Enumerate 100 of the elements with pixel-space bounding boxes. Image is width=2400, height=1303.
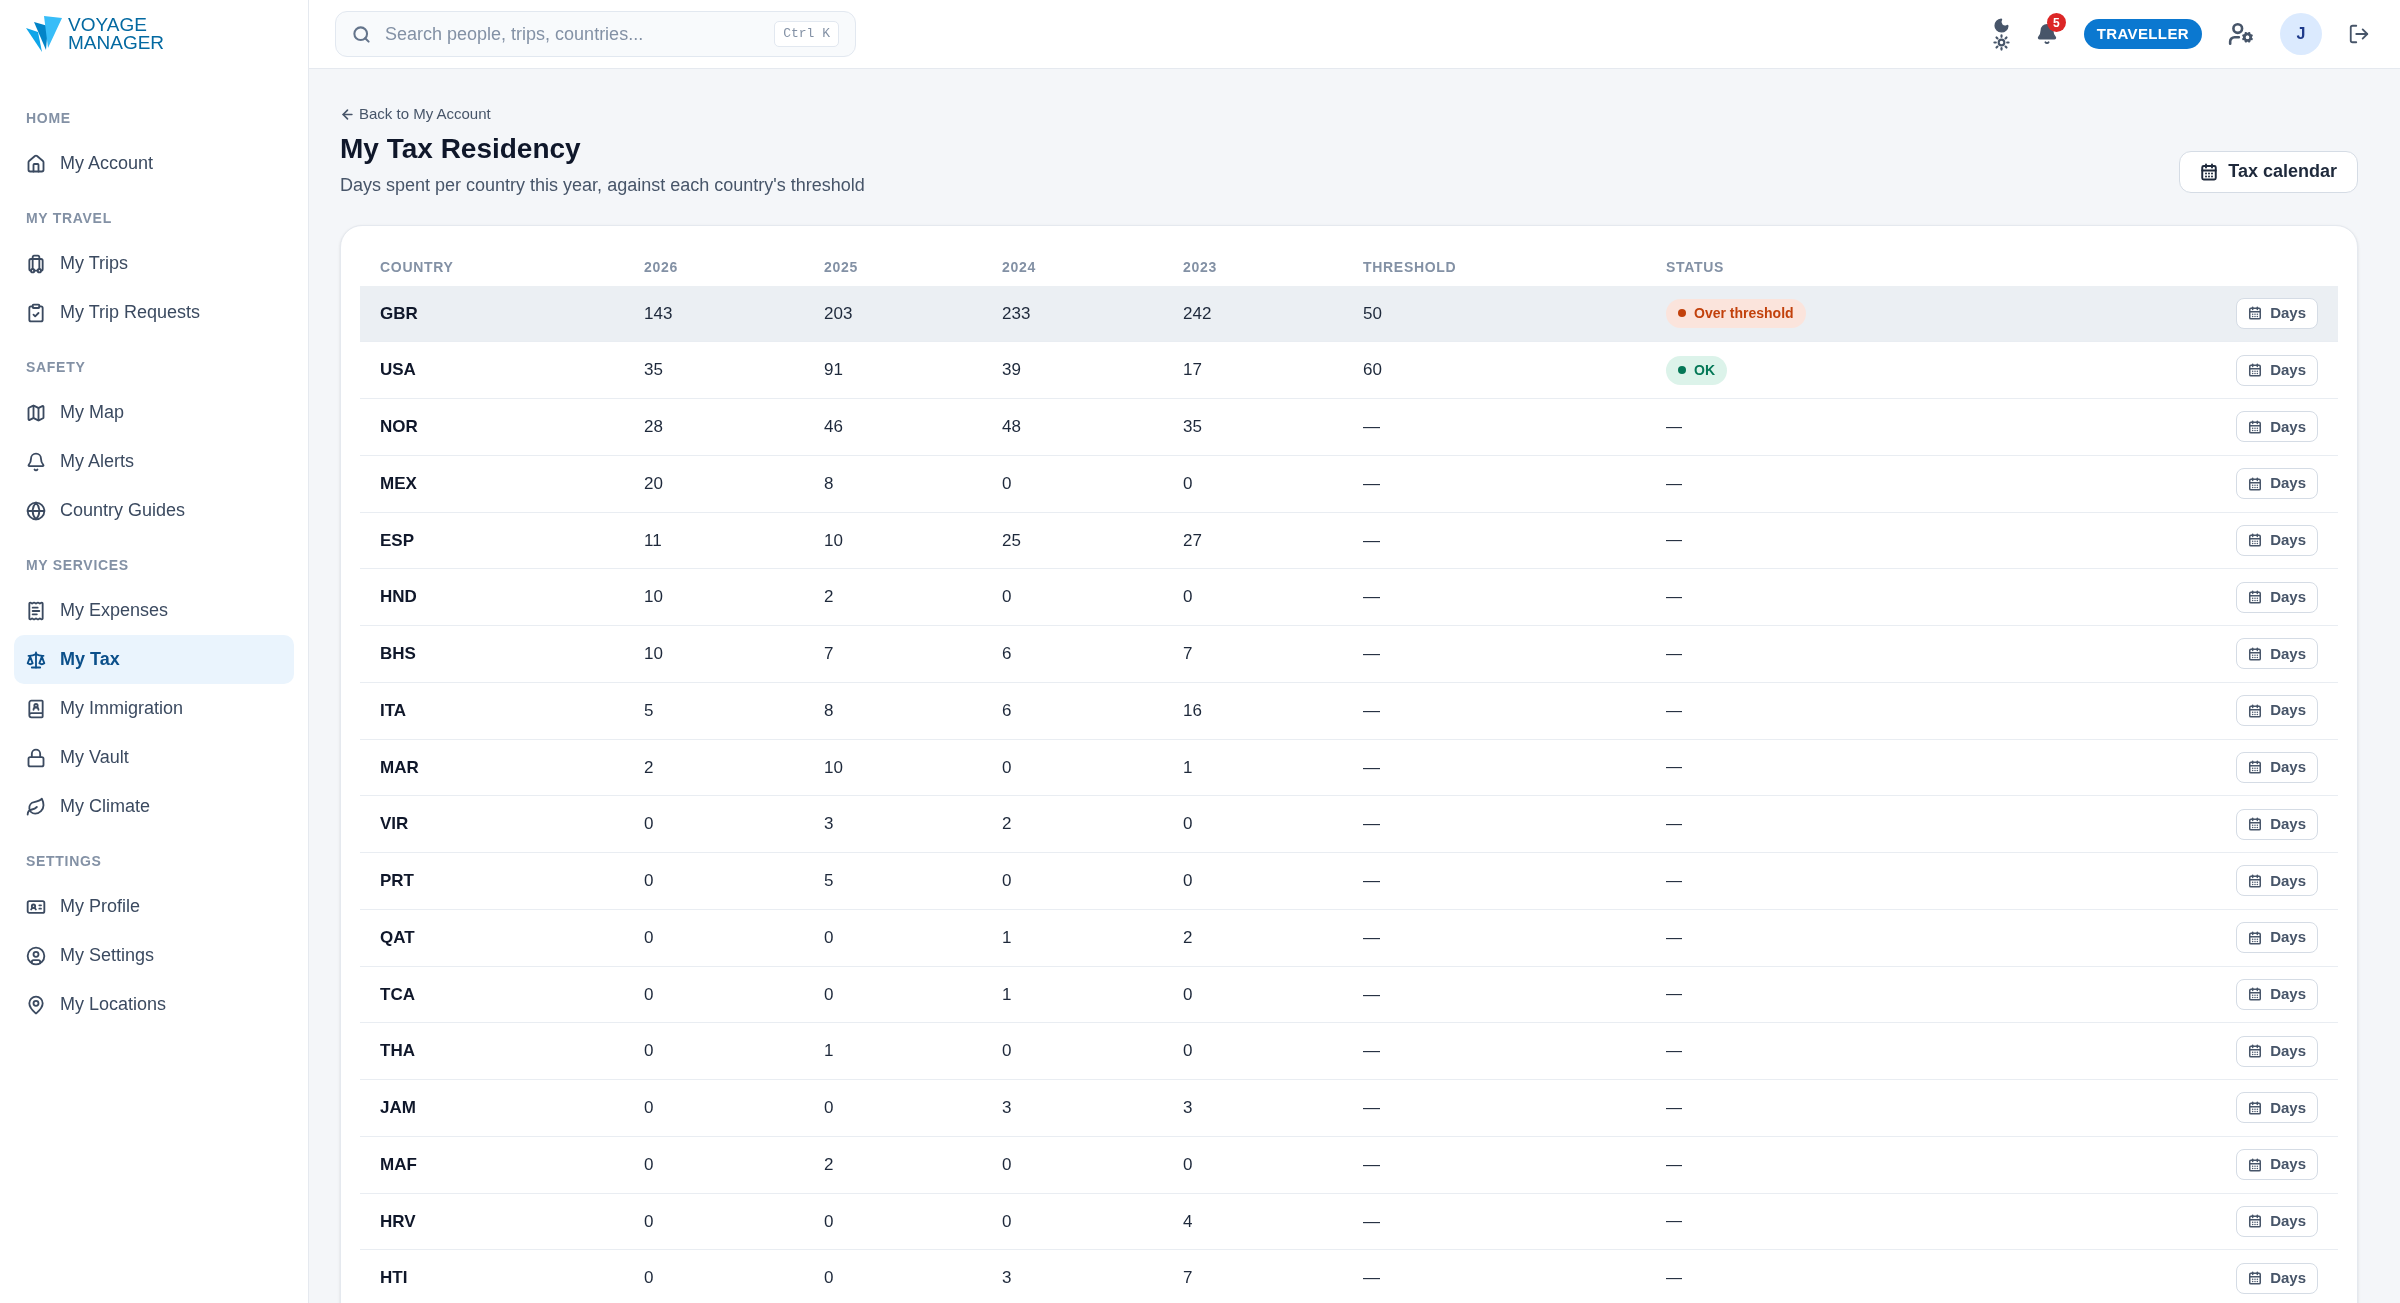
sidebar-item[interactable]: My Trip Requests	[14, 288, 294, 337]
table-cell: ESP	[380, 530, 415, 550]
table-cell: 7	[1183, 644, 1193, 664]
status-text: —	[1666, 1268, 1682, 1289]
status-text: —	[1666, 984, 1682, 1005]
days-button[interactable]: Days	[2236, 922, 2318, 954]
calendar-icon	[2248, 760, 2263, 775]
days-button[interactable]: Days	[2236, 695, 2318, 727]
days-button[interactable]: Days	[2236, 468, 2318, 500]
status-text: —	[1666, 1097, 1682, 1118]
table-cell: 0	[644, 1098, 654, 1118]
table-cell: —	[1363, 417, 1380, 437]
back-link[interactable]: Back to My Account	[340, 103, 865, 126]
table-cell: 5	[824, 871, 834, 891]
calendar-icon	[2248, 1044, 2263, 1059]
table-cell: 0	[1183, 473, 1193, 493]
days-button[interactable]: Days	[2236, 524, 2318, 556]
table-cell: —	[1363, 757, 1380, 777]
table-cell: 0	[1183, 814, 1193, 834]
table-cell: THA	[380, 1041, 415, 1061]
clipboard-icon	[26, 302, 46, 323]
logout-icon[interactable]	[2348, 23, 2370, 45]
calendar-icon	[2248, 873, 2263, 888]
sidebar-item[interactable]: My Climate	[14, 782, 294, 831]
table-cell: 203	[824, 303, 853, 323]
sidebar-item[interactable]: My Locations	[14, 980, 294, 1029]
table-cell: 27	[1183, 530, 1202, 550]
page-subtitle: Days spent per country this year, against each country's threshold	[340, 173, 865, 197]
table-cell: 0	[644, 1154, 654, 1174]
days-button[interactable]: Days	[2236, 1149, 2318, 1181]
sidebar-item[interactable]: My Profile	[14, 882, 294, 931]
days-button[interactable]: Days	[2236, 808, 2318, 840]
page-title: My Tax Residency	[340, 131, 582, 166]
table-cell: 0	[824, 1098, 834, 1118]
logo-text: VOYAGE	[68, 16, 148, 34]
sidebar-item[interactable]: My Immigration	[14, 684, 294, 733]
table-cell: 2	[1183, 927, 1193, 947]
days-button[interactable]: Days	[2236, 1262, 2318, 1294]
section-heading: SETTINGS	[25, 852, 103, 871]
table-cell: 7	[1183, 1268, 1193, 1288]
sidebar-item[interactable]: My Expenses	[14, 586, 294, 635]
sidebar-item[interactable]: My Account	[14, 139, 294, 188]
status-text: —	[1666, 757, 1682, 778]
days-button[interactable]: Days	[2236, 411, 2318, 443]
status-text: —	[1666, 700, 1682, 721]
sidebar-item[interactable]: My Tax	[14, 635, 294, 684]
notification-badge: 5	[2046, 13, 2066, 32]
tax-calendar-button[interactable]: Tax calendar	[2179, 150, 2358, 193]
role-badge: TRAVELLER	[2083, 18, 2202, 50]
table-cell: 20	[644, 473, 663, 493]
days-button[interactable]: Days	[2236, 297, 2318, 329]
calendar-icon	[2248, 419, 2263, 434]
calendar-icon	[2248, 1271, 2263, 1286]
days-button[interactable]: Days	[2236, 1205, 2318, 1237]
table-cell: 3	[1002, 1098, 1012, 1118]
sidebar-item[interactable]: My Trips	[14, 239, 294, 288]
status-badge: OK	[1666, 355, 1727, 385]
days-button[interactable]: Days	[2236, 978, 2318, 1010]
table-cell: —	[1363, 927, 1380, 947]
pin-icon	[26, 994, 46, 1015]
logo-text: MANAGER	[68, 34, 165, 52]
sidebar-item[interactable]: Country Guides	[14, 486, 294, 535]
table-cell: QAT	[380, 927, 415, 947]
table-cell: 0	[644, 871, 654, 891]
table-cell: 1	[1002, 984, 1012, 1004]
table-cell: 2	[644, 757, 654, 777]
column-header: 2023	[1183, 258, 1217, 275]
status-text: —	[1666, 643, 1682, 664]
days-button[interactable]: Days	[2236, 1092, 2318, 1124]
table-cell: GBR	[380, 303, 418, 323]
user-avatar[interactable]: J	[2280, 13, 2322, 55]
sidebar-item[interactable]: My Map	[14, 388, 294, 437]
user-settings-icon[interactable]	[2228, 21, 2254, 47]
days-button[interactable]: Days	[2236, 751, 2318, 783]
table-cell: 8	[824, 473, 834, 493]
sidebar-item[interactable]: My Vault	[14, 733, 294, 782]
table-row[interactable]: GBR 143 203 233 242 50 Over threshold Days	[360, 285, 2338, 343]
sidebar-item[interactable]: My Settings	[14, 931, 294, 980]
table-cell: 50	[1363, 303, 1382, 323]
days-button[interactable]: Days	[2236, 865, 2318, 897]
map-icon	[26, 402, 46, 423]
section-heading: MY SERVICES	[25, 556, 130, 575]
table-cell: MEX	[380, 473, 417, 493]
calendar-icon	[2248, 987, 2263, 1002]
theme-toggle[interactable]	[1992, 17, 2010, 51]
luggage-icon	[26, 253, 46, 274]
sidebar-item[interactable]: My Alerts	[14, 437, 294, 486]
days-button[interactable]: Days	[2236, 1035, 2318, 1067]
table-cell: 6	[1002, 644, 1012, 664]
calendar-icon	[2248, 930, 2263, 945]
table-cell: 242	[1183, 303, 1212, 323]
table-cell: 2	[824, 587, 834, 607]
days-button[interactable]: Days	[2236, 354, 2318, 386]
days-button[interactable]: Days	[2236, 581, 2318, 613]
table-cell: 3	[824, 814, 834, 834]
column-header: THRESHOLD	[1363, 258, 1457, 275]
days-button[interactable]: Days	[2236, 638, 2318, 670]
passport-icon	[26, 698, 46, 719]
column-header: COUNTRY	[380, 258, 454, 275]
search-field[interactable]: Search people, trips, countries...	[385, 20, 761, 48]
